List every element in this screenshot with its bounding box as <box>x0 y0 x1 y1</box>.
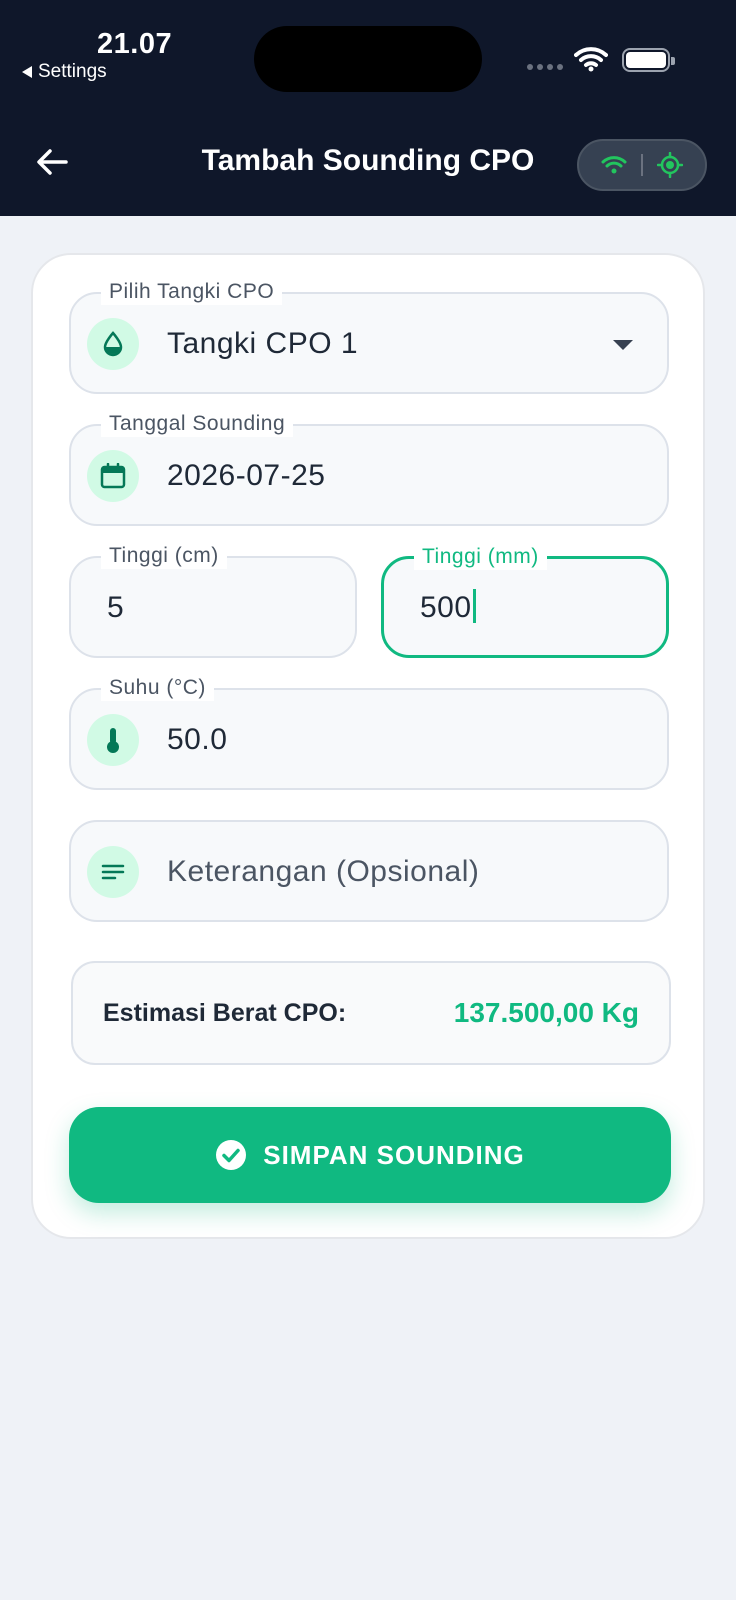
gps-icon <box>657 152 683 178</box>
estimate-value: 137.500,00 Kg <box>453 997 639 1028</box>
temperature-input[interactable]: Suhu (°C) 50.0 <box>69 675 669 790</box>
note-placeholder: Keterangan (Opsional) <box>167 855 480 888</box>
height-mm-input[interactable]: Tinggi (mm) 500 <box>381 544 669 658</box>
notes-icon <box>87 846 139 898</box>
wifi-status-icon <box>574 46 608 77</box>
height-cm-label: Tinggi (cm) <box>101 543 227 569</box>
status-back-label: Settings <box>38 61 107 82</box>
date-field[interactable]: Tanggal Sounding 2026-07-25 <box>69 411 669 526</box>
temperature-label: Suhu (°C) <box>101 675 214 701</box>
battery-icon <box>622 48 675 72</box>
estimate-label: Estimasi Berat CPO: <box>103 999 347 1027</box>
connection-status-pill[interactable] <box>577 139 707 191</box>
top-bar: 21.07 Settings Tambah Sounding CPO <box>0 0 736 216</box>
check-circle-icon <box>216 1140 247 1170</box>
text-cursor <box>472 589 476 624</box>
height-cm-input[interactable]: Tinggi (cm) 5 <box>69 543 357 658</box>
height-cm-value: 5 <box>107 591 125 624</box>
cellular-signal-icon <box>527 64 563 70</box>
back-button[interactable] <box>30 140 74 184</box>
estimate-box: Estimasi Berat CPO: 137.500,00 Kg <box>71 961 671 1065</box>
save-sounding-label: SIMPAN SOUNDING <box>263 1139 525 1170</box>
note-input[interactable]: Keterangan (Opsional) <box>69 820 669 922</box>
height-mm-label: Tinggi (mm) <box>414 544 547 570</box>
form-card: Pilih Tangki CPO Tangki CPO 1 Tanggal So… <box>31 253 705 1239</box>
dynamic-island <box>254 26 482 92</box>
date-field-label: Tanggal Sounding <box>101 411 294 437</box>
tank-select-label: Pilih Tangki CPO <box>101 279 283 305</box>
water-drop-icon <box>87 318 139 370</box>
wifi-icon <box>601 156 627 174</box>
tank-select[interactable]: Pilih Tangki CPO Tangki CPO 1 <box>69 279 669 394</box>
status-time: 21.07 <box>97 28 173 60</box>
page-title: Tambah Sounding CPO <box>201 144 535 177</box>
dropdown-arrow-icon <box>613 340 633 350</box>
back-triangle-icon <box>22 66 32 78</box>
tank-select-value: Tangki CPO 1 <box>167 327 359 360</box>
status-back-link[interactable]: Settings <box>22 61 107 83</box>
save-sounding-button[interactable]: SIMPAN SOUNDING <box>69 1107 671 1203</box>
pill-divider <box>641 154 643 176</box>
calendar-icon <box>87 450 139 502</box>
arrow-left-icon <box>37 149 68 175</box>
temperature-value: 50.0 <box>167 723 228 756</box>
date-field-value: 2026-07-25 <box>167 459 326 492</box>
thermometer-icon <box>87 714 139 766</box>
height-mm-value: 500 <box>420 591 472 624</box>
